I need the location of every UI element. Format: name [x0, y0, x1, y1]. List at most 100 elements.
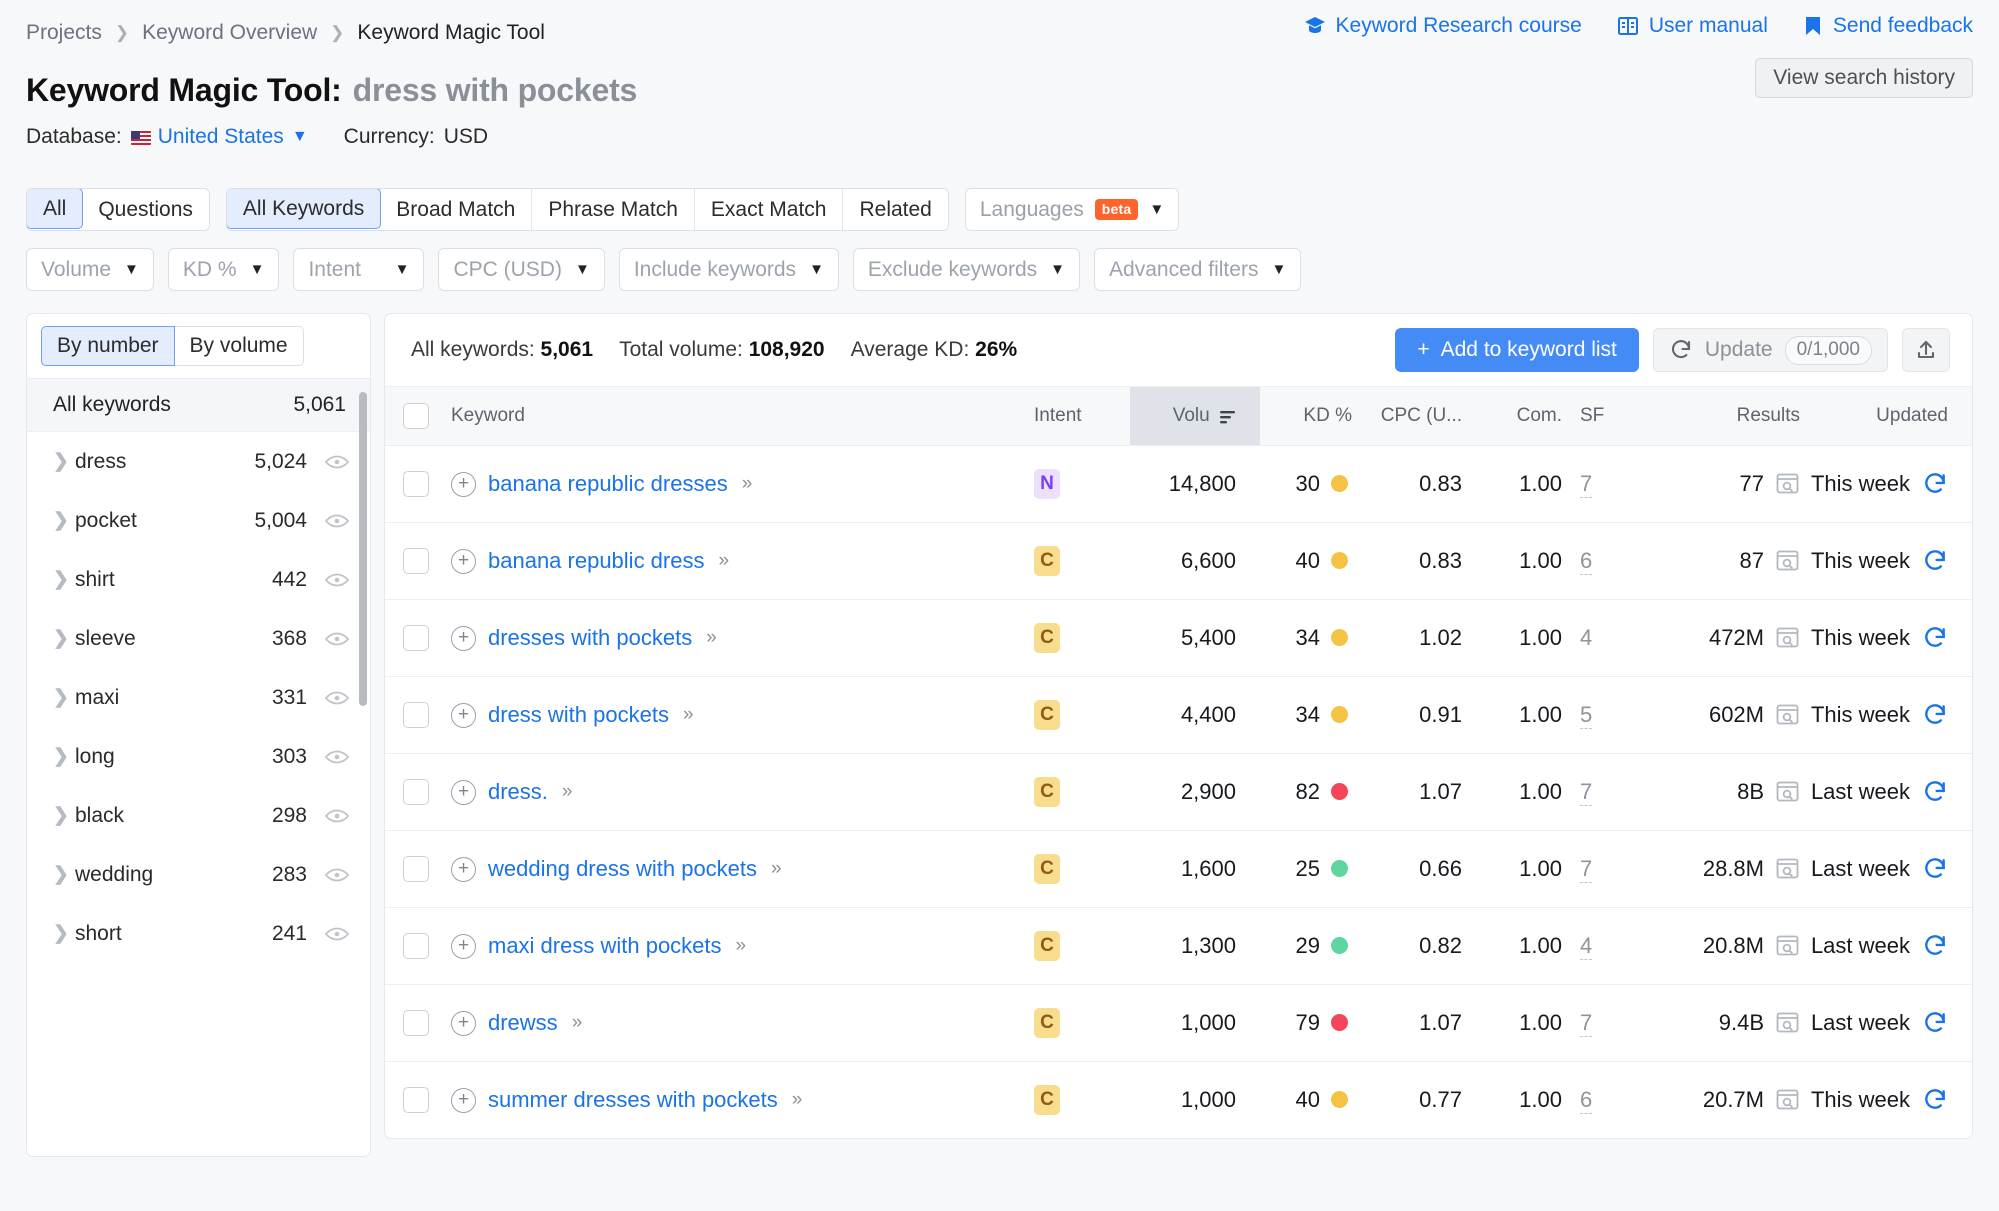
- sidebar-group-item[interactable]: ❯ shirt 442: [27, 550, 370, 609]
- keyword-link[interactable]: dresses with pockets: [488, 624, 692, 652]
- row-checkbox[interactable]: [403, 779, 429, 806]
- tab-all[interactable]: All: [26, 189, 84, 229]
- filter-cpc[interactable]: CPC (USD) ▼: [438, 248, 605, 291]
- database-value[interactable]: United States: [158, 125, 284, 149]
- double-chevron-right-icon[interactable]: »: [771, 855, 782, 883]
- table-row[interactable]: + drewss » C 1,000 79 1.07 1.00 7 9.4B Last week: [385, 984, 1972, 1062]
- sidebar-group-item[interactable]: ❯ maxi 331: [27, 668, 370, 727]
- eye-icon[interactable]: [324, 508, 350, 534]
- filter-include-keywords[interactable]: Include keywords ▼: [618, 248, 839, 291]
- sidebar-group-item[interactable]: ❯ sleeve 368: [27, 609, 370, 668]
- row-select-cell[interactable]: [385, 753, 447, 831]
- view-search-history-button[interactable]: View search history: [1755, 58, 1973, 98]
- th-updated[interactable]: Updated: [1800, 387, 1972, 446]
- sidebar-group-item[interactable]: ❯ black 298: [27, 786, 370, 845]
- filter-volume[interactable]: Volume ▼: [26, 248, 154, 291]
- row-select-cell[interactable]: [385, 599, 447, 677]
- sidebar-scrollbar[interactable]: [359, 392, 367, 706]
- sf-value[interactable]: 4: [1580, 625, 1592, 650]
- plus-circle-icon[interactable]: +: [451, 933, 476, 959]
- intent-badge[interactable]: C: [1034, 699, 1060, 730]
- refresh-icon[interactable]: [1922, 471, 1948, 497]
- refresh-icon[interactable]: [1922, 779, 1948, 805]
- languages-dropdown[interactable]: Languages beta ▼: [964, 188, 1180, 231]
- plus-circle-icon[interactable]: +: [451, 1010, 476, 1036]
- user-manual-link[interactable]: User manual: [1616, 14, 1768, 38]
- chevron-right-icon[interactable]: ❯: [53, 804, 75, 827]
- th-cpc[interactable]: CPC (U...: [1352, 387, 1462, 446]
- update-button[interactable]: Update 0/1,000: [1652, 328, 1888, 372]
- table-row[interactable]: + summer dresses with pockets » C 1,000 40 0.7…: [385, 1061, 1972, 1138]
- sf-value[interactable]: 5: [1580, 701, 1593, 729]
- table-row[interactable]: + dress with pockets » C 4,400 34 0.91 1.00 5 602…: [385, 676, 1972, 754]
- eye-icon[interactable]: [324, 803, 350, 829]
- tab-related[interactable]: Related: [843, 189, 948, 230]
- chevron-right-icon[interactable]: ❯: [53, 568, 75, 591]
- intent-badge[interactable]: C: [1034, 1084, 1060, 1115]
- plus-circle-icon[interactable]: +: [451, 471, 476, 497]
- toggle-by-number[interactable]: By number: [41, 326, 175, 366]
- table-row[interactable]: + banana republic dress » C 6,600 40 0.83 1.00 6…: [385, 522, 1972, 600]
- chevron-right-icon[interactable]: ❯: [53, 922, 75, 945]
- row-checkbox[interactable]: [403, 548, 429, 575]
- eye-icon[interactable]: [324, 567, 350, 593]
- tab-phrase-match[interactable]: Phrase Match: [532, 189, 695, 230]
- chevron-right-icon[interactable]: ❯: [53, 745, 75, 768]
- double-chevron-right-icon[interactable]: »: [718, 547, 729, 575]
- intent-badge[interactable]: C: [1034, 622, 1060, 653]
- tab-exact-match[interactable]: Exact Match: [694, 189, 844, 230]
- filter-advanced[interactable]: Advanced filters ▼: [1094, 248, 1302, 291]
- eye-icon[interactable]: [324, 862, 350, 888]
- filter-intent[interactable]: Intent ▼: [293, 248, 425, 291]
- serp-preview-icon[interactable]: [1775, 779, 1800, 804]
- plus-circle-icon[interactable]: +: [451, 1087, 476, 1113]
- tab-broad-match[interactable]: Broad Match: [380, 189, 533, 230]
- sidebar-group-item[interactable]: ❯ dress 5,024: [27, 432, 370, 491]
- double-chevron-right-icon[interactable]: »: [572, 1009, 583, 1037]
- double-chevron-right-icon[interactable]: »: [562, 778, 573, 806]
- row-select-cell[interactable]: [385, 830, 447, 908]
- sf-value[interactable]: 6: [1580, 547, 1593, 575]
- chevron-right-icon[interactable]: ❯: [53, 686, 75, 709]
- intent-badge[interactable]: C: [1034, 545, 1060, 576]
- table-row[interactable]: + maxi dress with pockets » C 1,300 29 0.82 1.0…: [385, 907, 1972, 985]
- serp-preview-icon[interactable]: [1775, 548, 1800, 573]
- sidebar-item-all-keywords[interactable]: All keywords 5,061: [27, 379, 370, 432]
- row-select-cell[interactable]: [385, 1061, 447, 1138]
- sf-value[interactable]: 7: [1580, 855, 1593, 883]
- refresh-icon[interactable]: [1922, 548, 1948, 574]
- refresh-icon[interactable]: [1922, 856, 1948, 882]
- keyword-link[interactable]: dress with pockets: [488, 701, 669, 729]
- chevron-right-icon[interactable]: ❯: [53, 863, 75, 886]
- sidebar-group-item[interactable]: ❯ short 241: [27, 904, 370, 963]
- th-intent[interactable]: Intent: [1034, 387, 1130, 446]
- keyword-link[interactable]: drewss: [488, 1009, 558, 1037]
- refresh-icon[interactable]: [1922, 702, 1948, 728]
- sf-value[interactable]: 7: [1580, 778, 1593, 806]
- serp-preview-icon[interactable]: [1775, 625, 1800, 650]
- keyword-link[interactable]: dress.: [488, 778, 548, 806]
- select-all-checkbox[interactable]: [403, 402, 429, 429]
- th-keyword[interactable]: Keyword: [447, 387, 1034, 446]
- add-to-keyword-list-button[interactable]: + Add to keyword list: [1395, 328, 1639, 372]
- th-sf[interactable]: SF: [1562, 387, 1640, 446]
- eye-icon[interactable]: [324, 921, 350, 947]
- chevron-right-icon[interactable]: ❯: [53, 509, 75, 532]
- send-feedback-link[interactable]: Send feedback: [1802, 14, 1973, 38]
- serp-preview-icon[interactable]: [1775, 702, 1800, 727]
- serp-preview-icon[interactable]: [1775, 933, 1800, 958]
- keyword-link[interactable]: wedding dress with pockets: [488, 855, 757, 883]
- row-select-cell[interactable]: [385, 445, 447, 523]
- double-chevron-right-icon[interactable]: »: [792, 1086, 803, 1114]
- row-select-cell[interactable]: [385, 522, 447, 600]
- tab-all-keywords[interactable]: All Keywords: [226, 189, 382, 229]
- serp-preview-icon[interactable]: [1775, 1010, 1800, 1035]
- eye-icon[interactable]: [324, 744, 350, 770]
- refresh-icon[interactable]: [1922, 625, 1948, 651]
- th-results[interactable]: Results: [1640, 387, 1800, 446]
- eye-icon[interactable]: [324, 626, 350, 652]
- chevron-right-icon[interactable]: ❯: [53, 627, 75, 650]
- row-checkbox[interactable]: [403, 1010, 429, 1037]
- table-row[interactable]: + dress. » C 2,900 82 1.07 1.00 7 8B Last week: [385, 753, 1972, 831]
- sidebar-group-item[interactable]: ❯ long 303: [27, 727, 370, 786]
